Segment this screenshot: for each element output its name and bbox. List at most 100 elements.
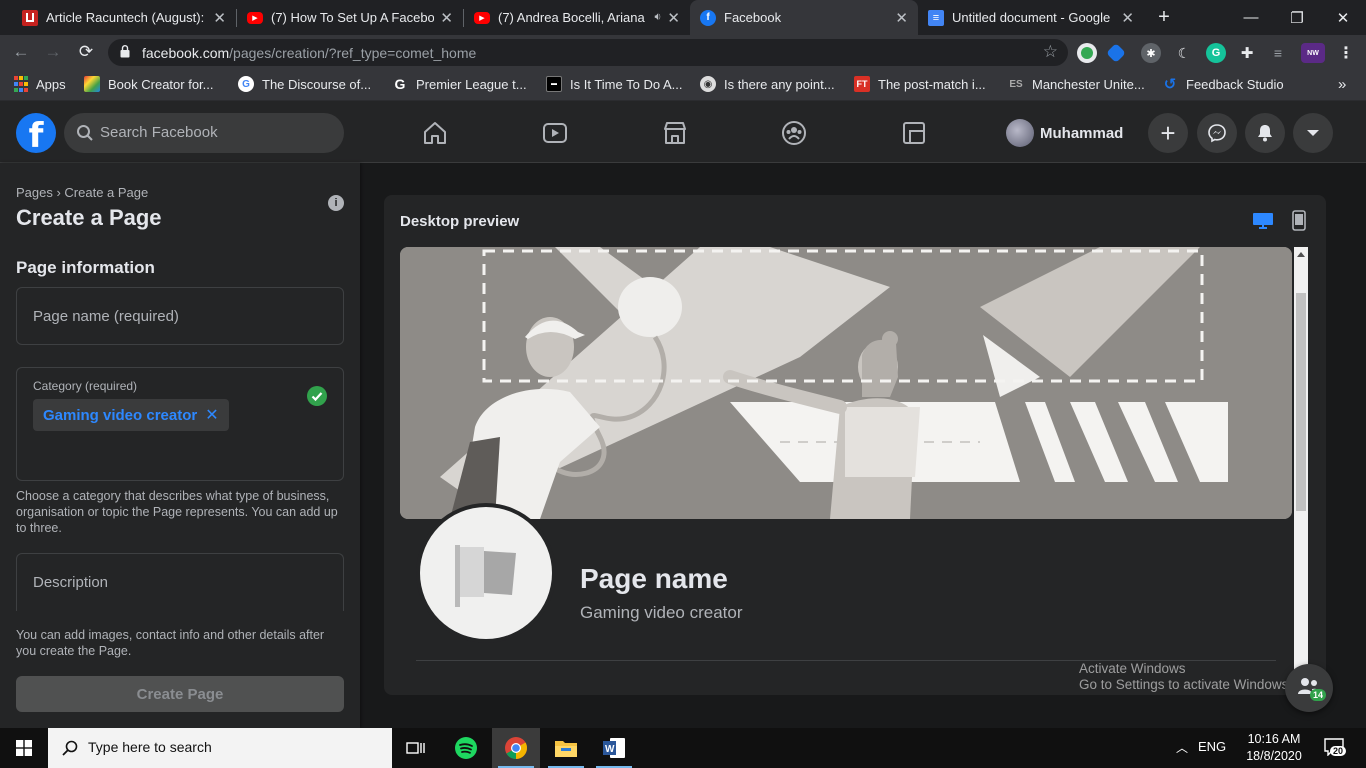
browser-tab-4[interactable]: f Facebook ✕ [690,0,918,35]
bookmark-item[interactable]: ▬ Is It Time To Do A... [546,76,682,92]
activate-windows-watermark: Activate Windows Go to Settings to activ… [1079,661,1292,693]
extension-icon-2[interactable] [1106,43,1126,63]
bookmark-label: Is It Time To Do A... [570,76,683,92]
docs-icon: ≡ [928,9,944,26]
maximize-button[interactable]: ❐ [1274,0,1320,35]
close-icon[interactable]: ✕ [213,9,226,27]
mobile-phone-icon[interactable] [1292,210,1306,231]
cover-illustration-image [400,247,1292,519]
home-icon[interactable] [421,119,449,147]
taskbar-search-placeholder: Type here to search [88,739,212,755]
chrome-menu-icon[interactable]: ⋮ [1336,43,1356,63]
close-window-button[interactable]: ✕ [1320,0,1366,35]
bookmark-item[interactable]: ◉ Is there any point... [700,76,835,92]
bookmark-item[interactable]: FT The post-match i... [854,76,986,92]
desktop-monitor-icon[interactable] [1252,211,1274,231]
remove-category-close-icon[interactable]: ✕ [205,405,218,425]
description-field[interactable]: Description [16,553,344,611]
windows-start-icon[interactable] [0,728,48,768]
more-bookmarks-button[interactable]: » [1338,76,1346,93]
browser-tab-3[interactable]: ▶ (7) Andrea Bocelli, Ariana 🔉︎ ✕ [464,0,690,35]
bookmark-item[interactable]: ↺ Feedback Studio [1162,76,1284,93]
notifications-bell-icon[interactable] [1245,113,1285,153]
tab-title: (7) How To Set Up A Facebo [271,10,435,25]
avatar [1006,119,1034,147]
watch-icon[interactable] [541,119,569,147]
action-center-icon[interactable]: 20 [1324,738,1347,761]
show-hidden-icons-chevron-up-icon[interactable]: ︿ [1176,739,1188,756]
extension-icon-3[interactable]: ✱ [1141,43,1161,63]
watermark-line-2: Go to Settings to activate Windows. [1079,677,1293,692]
search-icon [77,125,93,141]
category-field[interactable]: Category (required) Gaming video creator… [16,367,344,481]
category-label: Category (required) [33,379,138,393]
reload-button[interactable]: ⟳ [73,40,99,64]
word-icon[interactable]: W [590,728,638,768]
info-icon[interactable]: i [328,195,344,211]
tab-title: Untitled document - Google [952,10,1111,25]
create-page-button[interactable]: Create Page [16,676,344,712]
browser-tab-5[interactable]: ≡ Untitled document - Google ✕ [918,0,1144,35]
browser-tab-1[interactable]: Article Racuntech (August): ✕ [12,0,236,35]
close-icon[interactable]: ✕ [667,9,680,27]
windows-taskbar: Type here to search W ︿ ENG 10:16 AM 18/… [0,728,1366,768]
tab-title: (7) Andrea Bocelli, Ariana [498,10,645,25]
close-icon[interactable]: ✕ [1121,9,1134,27]
scroll-up-arrow-icon[interactable] [1297,252,1305,257]
close-icon[interactable]: ✕ [895,9,908,27]
lock-icon[interactable] [120,45,130,58]
messenger-icon[interactable] [1197,113,1237,153]
forward-button[interactable]: → [40,40,66,64]
breadcrumb[interactable]: Pages › Create a Page [16,185,148,200]
bookmark-item[interactable]: G Premier League t... [392,76,527,92]
language-indicator[interactable]: ENG [1198,739,1226,754]
site-g-icon: G [394,76,406,92]
profile-link[interactable]: Muhammad [1006,119,1123,147]
profile-avatar-icon[interactable]: NW [1301,43,1325,63]
bookmark-star-icon[interactable]: ☆ [1043,42,1058,62]
task-view-icon[interactable] [392,728,440,768]
page-name-field[interactable]: Page name (required) [16,287,344,345]
file-explorer-icon[interactable] [542,728,590,768]
bookmark-apps[interactable]: Apps [14,76,66,92]
create-page-sidebar: Pages › Create a Page Create a Page i Pa… [0,163,360,728]
url-input[interactable]: facebook.com/pages/creation/?ref_type=co… [108,39,1068,66]
scrollbar-thumb[interactable] [1296,293,1306,511]
chrome-icon[interactable] [492,728,540,768]
bookmarks-bar: Apps Book Creator for... G The Discourse… [0,69,1366,101]
taskbar-search-input[interactable]: Type here to search [48,728,392,768]
bookmark-item[interactable]: ES Manchester Unite... [1008,76,1144,92]
back-button[interactable]: ← [8,40,34,64]
reading-list-icon[interactable]: ≡ [1268,43,1288,63]
new-group-chat-button[interactable]: 14 [1285,664,1333,712]
minimize-button[interactable]: — [1228,0,1274,35]
new-tab-button[interactable]: + [1142,0,1186,35]
extension-icon-1[interactable] [1077,43,1097,63]
extensions-puzzle-icon[interactable]: ✚ [1237,43,1257,63]
gaming-icon[interactable] [900,119,928,147]
groups-icon[interactable] [780,119,808,147]
youtube-icon: ▶ [474,11,490,24]
close-icon[interactable]: ✕ [440,9,453,27]
create-button[interactable]: + [1148,113,1188,153]
search-input[interactable]: Search Facebook [64,113,344,153]
page-name-placeholder: Page name (required) [33,308,179,325]
speaker-icon[interactable]: 🔉︎ [654,11,661,24]
facebook-logo[interactable]: f [16,113,56,153]
system-clock[interactable]: 10:16 AM 18/8/2020 [1236,731,1312,765]
preview-title: Desktop preview [400,213,520,230]
dark-mode-icon[interactable]: ☾ [1174,43,1194,63]
clock-date: 18/8/2020 [1246,749,1302,763]
browser-tab-2[interactable]: ▶ (7) How To Set Up A Facebo ✕ [237,0,463,35]
marketplace-icon[interactable] [661,119,689,147]
watermark-line-1: Activate Windows [1079,661,1186,676]
cover-photo-illustration [400,247,1292,519]
bookmark-item[interactable]: G The Discourse of... [238,76,371,92]
section-title: Page information [16,258,155,277]
bookmark-item[interactable]: Book Creator for... [84,76,214,92]
preview-scrollbar[interactable] [1294,247,1308,695]
account-menu-chevron-down-icon[interactable] [1293,113,1333,153]
spotify-icon[interactable] [442,728,490,768]
search-icon [62,740,78,756]
grammarly-icon[interactable]: G [1206,43,1226,63]
